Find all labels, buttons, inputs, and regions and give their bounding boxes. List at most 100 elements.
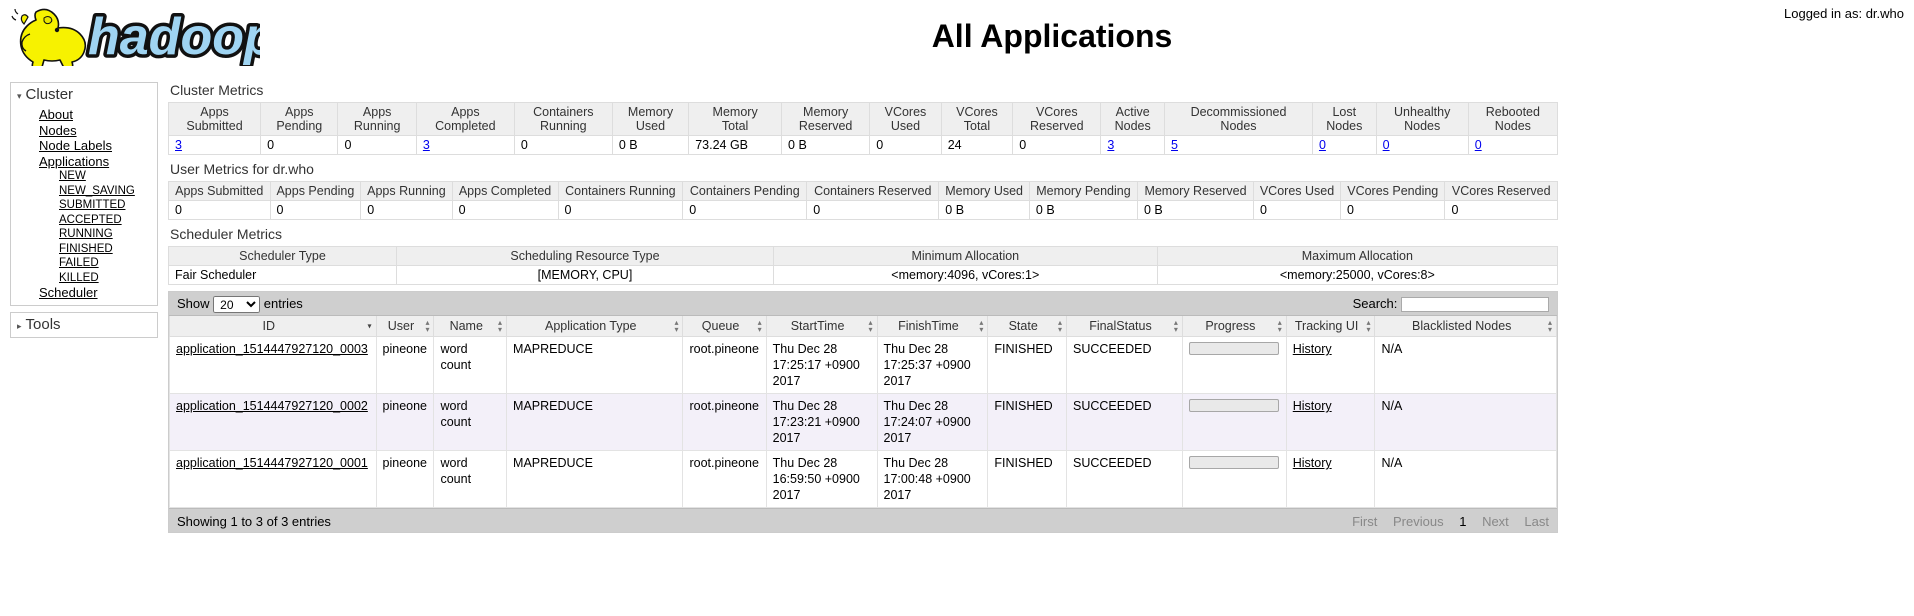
column-header-progress[interactable]: Progress ▴ ▾	[1181, 316, 1287, 337]
user-metric-header-0: Apps Submitted	[168, 181, 271, 201]
sidebar-item-new-saving[interactable]: NEW_SAVING	[11, 184, 157, 199]
sidebar-link-failed[interactable]: FAILED	[59, 257, 99, 269]
cell-tracking[interactable]: History	[1285, 393, 1376, 451]
page-size-select[interactable]: 20406080100	[213, 296, 261, 314]
cluster-metric-link-11[interactable]: 3	[1107, 138, 1114, 152]
sidebar-link-scheduler[interactable]: Scheduler	[39, 285, 98, 300]
sidebar-link-running[interactable]: RUNNING	[59, 228, 113, 240]
scheduler-metric-value-2: <memory:4096, vCores:1>	[772, 265, 1158, 285]
cluster-metric-link-14[interactable]: 0	[1383, 138, 1390, 152]
cell-progress	[1181, 336, 1287, 394]
page-first-button[interactable]: First	[1352, 514, 1377, 529]
column-header-black[interactable]: Blacklisted Nodes ▴ ▾	[1374, 316, 1557, 337]
cluster-metric-value-12[interactable]: 5	[1164, 135, 1313, 155]
sidebar-item-accepted[interactable]: ACCEPTED	[11, 213, 157, 228]
search-input[interactable]	[1401, 297, 1549, 313]
column-header-label: User	[387, 319, 415, 333]
sidebar-item-submitted[interactable]: SUBMITTED	[11, 198, 157, 213]
cluster-metric-value-9: 24	[940, 135, 1014, 155]
user-metrics-label: User Metrics for dr.who	[170, 161, 314, 177]
sidebar-item-finished[interactable]: FINISHED	[11, 242, 157, 257]
column-header-id[interactable]: ID ▾	[169, 316, 377, 337]
sidebar-item-killed[interactable]: KILLED	[11, 271, 157, 286]
sort-both-icon: ▴ ▾	[757, 318, 762, 334]
page-next-button[interactable]: Next	[1482, 514, 1509, 529]
search-label: Search:	[1352, 296, 1398, 311]
application-id-link[interactable]: application_1514447927120_0003	[176, 342, 368, 356]
column-header-state[interactable]: State ▴ ▾	[987, 316, 1067, 337]
sidebar-link-applications[interactable]: Applications	[39, 154, 109, 169]
column-header-finish[interactable]: FinishTime ▴ ▾	[876, 316, 989, 337]
column-header-name[interactable]: Name ▴ ▾	[433, 316, 508, 337]
page-title: All Applications	[931, 18, 1173, 54]
user-metric-header-2: Apps Running	[360, 181, 453, 201]
cluster-metric-link-13[interactable]: 0	[1319, 138, 1326, 152]
sidebar-item-applications[interactable]: Applications	[11, 154, 157, 170]
scheduler-metric-value-1: [MEMORY, CPU]	[395, 265, 774, 285]
tracking-ui-link[interactable]: History	[1293, 399, 1332, 413]
sidebar-link-nodes[interactable]: Nodes	[39, 123, 77, 138]
sidebar-item-about[interactable]: About	[11, 107, 157, 123]
cluster-metric-link-3[interactable]: 3	[423, 138, 430, 152]
sidebar-item-running[interactable]: RUNNING	[11, 227, 157, 242]
cluster-metric-link-0[interactable]: 3	[175, 138, 182, 152]
cluster-metrics-table: Apps Submitted Apps Pending Apps Running Apps C…	[167, 102, 1559, 155]
sidebar-link-accepted[interactable]: ACCEPTED	[59, 214, 122, 226]
cluster-metric-value-8: 0	[869, 135, 942, 155]
sidebar-item-failed[interactable]: FAILED	[11, 256, 157, 271]
user-metrics-header-row: Apps Submitted Apps Pending Apps Running Ap…	[168, 181, 1558, 201]
sidebar-item-node-labels[interactable]: Node Labels	[11, 138, 157, 154]
sidebar-link-new[interactable]: NEW	[59, 170, 86, 182]
cluster-metric-value-13[interactable]: 0	[1311, 135, 1377, 155]
sidebar-link-node-labels[interactable]: Node Labels	[39, 138, 112, 153]
sidebar-link-finished[interactable]: FINISHED	[59, 243, 113, 255]
page-last-button[interactable]: Last	[1524, 514, 1549, 529]
column-header-queue[interactable]: Queue ▴ ▾	[682, 316, 767, 337]
column-header-type[interactable]: Application Type ▴ ▾	[506, 316, 684, 337]
user-metric-value-4: 0	[557, 200, 684, 220]
cell-name: word count	[433, 336, 508, 394]
application-id-link[interactable]: application_1514447927120_0002	[176, 399, 368, 413]
cluster-metric-value-11[interactable]: 3	[1100, 135, 1166, 155]
page-previous-button[interactable]: Previous	[1393, 514, 1444, 529]
search-control: Search:	[1352, 296, 1549, 313]
column-header-final[interactable]: FinalStatus ▴ ▾	[1066, 316, 1183, 337]
cluster-metric-value-10: 0	[1012, 135, 1102, 155]
column-header-start[interactable]: StartTime ▴ ▾	[765, 316, 878, 337]
application-id-link[interactable]: application_1514447927120_0001	[176, 456, 368, 470]
column-header-tracking[interactable]: Tracking UI ▴ ▾	[1285, 316, 1376, 337]
cell-queue: root.pineone	[682, 336, 767, 394]
caret-right-icon: ▸	[17, 320, 22, 331]
cluster-metric-link-12[interactable]: 5	[1171, 138, 1178, 152]
cluster-metric-value-0[interactable]: 3	[167, 135, 262, 155]
user-metric-value-5: 0	[682, 200, 808, 220]
sidebar-tools-header[interactable]: ▸ Tools	[11, 312, 157, 337]
cell-id[interactable]: application_1514447927120_0001	[169, 450, 377, 508]
cluster-metric-value-14[interactable]: 0	[1375, 135, 1469, 155]
sidebar-link-new-saving[interactable]: NEW_SAVING	[59, 185, 135, 197]
cell-state: FINISHED	[987, 336, 1067, 394]
cell-id[interactable]: application_1514447927120_0002	[169, 393, 377, 451]
column-header-label: Name	[449, 319, 483, 333]
page-number-1[interactable]: 1	[1459, 514, 1466, 529]
sidebar-link-submitted[interactable]: SUBMITTED	[59, 199, 125, 211]
cluster-metric-header-1: Apps Pending	[260, 102, 339, 136]
sidebar-item-new[interactable]: NEW	[11, 169, 157, 184]
column-header-user[interactable]: User ▴ ▾	[375, 316, 435, 337]
tracking-ui-link[interactable]: History	[1293, 456, 1332, 470]
cluster-metric-link-15[interactable]: 0	[1475, 138, 1482, 152]
user-metric-header-8: Memory Pending	[1028, 181, 1138, 201]
cell-tracking[interactable]: History	[1285, 450, 1376, 508]
user-metric-header-9: Memory Reserved	[1136, 181, 1255, 201]
sidebar-item-nodes[interactable]: Nodes	[11, 123, 157, 139]
cell-id[interactable]: application_1514447927120_0003	[169, 336, 377, 394]
sidebar-link-killed[interactable]: KILLED	[59, 272, 99, 284]
sidebar-cluster-header[interactable]: ▾ Cluster	[11, 83, 157, 107]
sidebar-link-about[interactable]: About	[39, 107, 73, 122]
tracking-ui-link[interactable]: History	[1293, 342, 1332, 356]
cluster-metric-value-15[interactable]: 0	[1467, 135, 1559, 155]
cluster-metric-value-3[interactable]: 3	[415, 135, 515, 155]
cell-tracking[interactable]: History	[1285, 336, 1376, 394]
sidebar-item-scheduler[interactable]: Scheduler	[11, 285, 157, 301]
sidebar-cluster-label: Cluster	[25, 86, 74, 103]
